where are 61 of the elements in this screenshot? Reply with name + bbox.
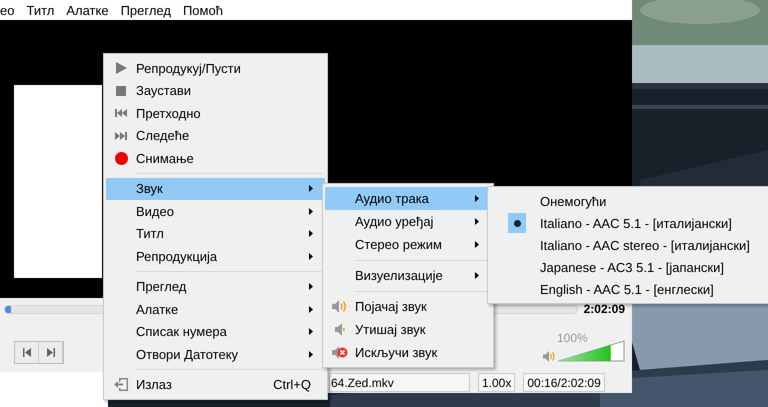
submenu-arrow-icon <box>309 208 313 215</box>
volume-down-icon <box>334 323 346 336</box>
menu-item[interactable]: Аудио уређај <box>325 210 491 233</box>
total-time: 2:02:09 <box>584 302 625 316</box>
volume-up-icon <box>332 300 348 313</box>
menu-item[interactable]: Стерео режим <box>325 233 491 256</box>
record-icon <box>114 152 128 165</box>
time-display[interactable]: 00:16/2:02:09 <box>523 373 605 392</box>
submenu-arrow-icon <box>309 328 313 336</box>
menu-item[interactable]: Репродукуј/Пусти <box>106 57 325 80</box>
mute-icon <box>332 346 348 359</box>
speaker-icon <box>543 351 555 362</box>
menu-item[interactable]: Претходно <box>106 102 325 124</box>
submenu-arrow-icon <box>475 218 479 225</box>
menu-bar-item[interactable]: ео <box>0 2 24 18</box>
menu-item[interactable]: Излаз Ctrl+Q <box>106 374 325 396</box>
menu-item[interactable]: Заустави <box>106 80 325 102</box>
menu-item[interactable]: Снимање <box>106 147 325 170</box>
volume-reading: 100% <box>557 331 588 345</box>
next-icon <box>46 348 54 357</box>
menu-item[interactable]: Алатке <box>106 298 325 320</box>
menu-item[interactable]: Појачај звук <box>325 295 491 318</box>
menu-item[interactable]: Italiano - AAC stereo - [италијански] <box>490 234 768 256</box>
menu-item[interactable]: English - AAC 5.1 - [енглески] <box>490 278 768 300</box>
submenu-arrow-icon <box>309 283 313 290</box>
menu-item[interactable]: Преглед <box>106 276 325 298</box>
play-icon <box>116 62 126 74</box>
menu-bar-item[interactable]: Помоћ <box>182 2 232 18</box>
menu-bar-item[interactable]: Титл <box>26 2 64 18</box>
menu-bar-item[interactable]: Преглед <box>120 2 180 18</box>
submenu-arrow-icon <box>309 185 313 192</box>
exit-icon <box>114 378 128 392</box>
shortcut-label: Ctrl+Q <box>273 377 311 392</box>
speed-label[interactable]: 1.00x <box>478 373 516 392</box>
menu-item[interactable]: Искључи звук <box>325 341 491 364</box>
next-icon <box>115 132 127 140</box>
menu-bar-item[interactable]: Алатке <box>66 2 118 18</box>
menu-item[interactable]: Онемогући <box>490 190 768 212</box>
menu-item[interactable]: Italiano - AAC 5.1 - [италијански] <box>490 212 768 234</box>
submenu-arrow-icon <box>475 241 479 248</box>
menu-item[interactable]: Репродукција <box>106 245 325 268</box>
submenu-arrow-icon <box>309 230 313 238</box>
previous-icon <box>22 348 30 357</box>
menu-item[interactable]: Звук <box>106 178 325 200</box>
submenu-arrow-icon <box>475 195 479 202</box>
menu-item[interactable]: Списак нумера <box>106 320 325 343</box>
file-name-field: 64.Zed.mkv <box>329 373 470 392</box>
menu-item[interactable]: Japanese - AC3 5.1 - [јапански] <box>490 256 768 278</box>
submenu-arrow-icon <box>475 272 479 279</box>
menu-item[interactable]: Утишај звук <box>325 318 491 341</box>
radio-dot-icon <box>514 220 520 226</box>
submenu-arrow-icon <box>309 252 313 260</box>
menu-item[interactable]: Визуелизације <box>325 264 491 287</box>
menu-item[interactable]: Титл <box>106 222 325 245</box>
menu-item[interactable]: Отвори Датотеку <box>106 343 325 366</box>
previous-icon <box>115 109 127 118</box>
menu-item[interactable]: Следеће <box>106 124 325 147</box>
submenu-arrow-icon <box>309 350 313 358</box>
submenu-arrow-icon <box>309 306 313 313</box>
menu-item[interactable]: Видео <box>106 200 325 222</box>
stop-icon <box>116 86 126 96</box>
